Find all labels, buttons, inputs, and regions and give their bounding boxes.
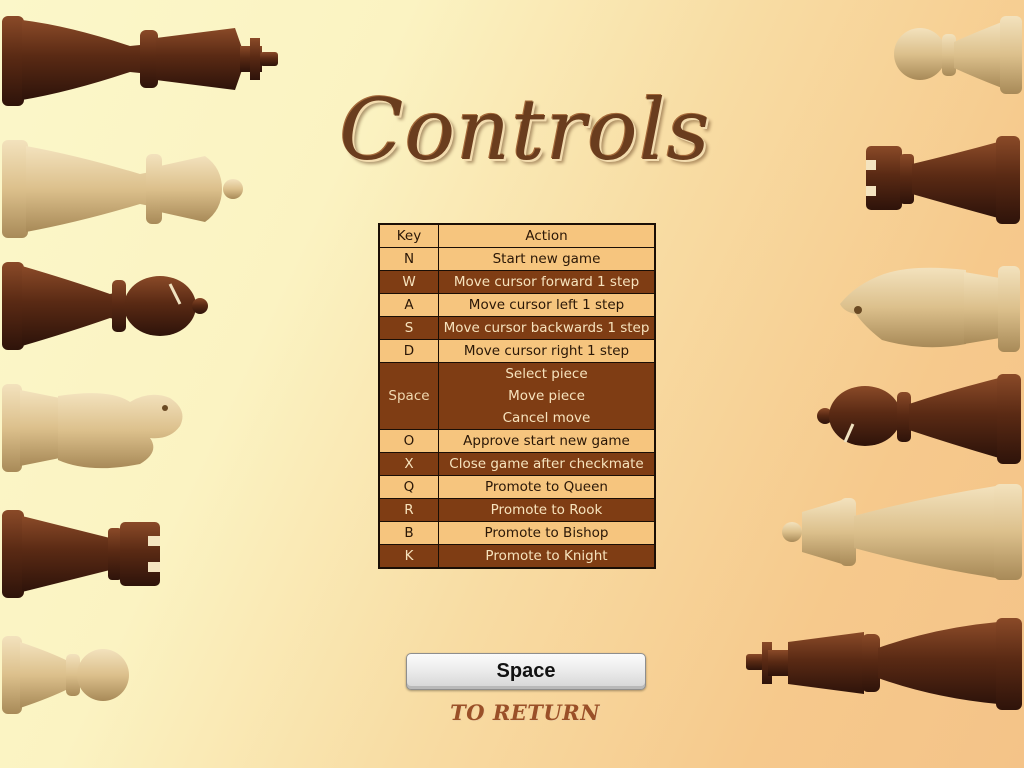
knight-icon [0, 380, 195, 476]
space-return-button[interactable]: Space [406, 653, 646, 690]
king-icon [744, 612, 1024, 714]
action-cell: Move cursor forward 1 step [438, 270, 656, 294]
column-header-key: Key [378, 223, 439, 248]
pawn-icon [890, 14, 1024, 96]
action-cell: Start new game [438, 247, 656, 271]
table-row: S Move cursor backwards 1 step [378, 316, 656, 340]
key-cell: K [378, 544, 439, 569]
table-row: W Move cursor forward 1 step [378, 270, 656, 294]
key-cell: O [378, 429, 439, 453]
action-cell: Close game after checkmate [438, 452, 656, 476]
queen-icon [780, 482, 1024, 582]
key-cell: Space [378, 362, 439, 430]
action-cell: Select piece Move piece Cancel move [438, 362, 656, 430]
key-cell: Q [378, 475, 439, 499]
key-cell: X [378, 452, 439, 476]
action-line: Select piece [505, 366, 588, 382]
action-cell: Move cursor left 1 step [438, 293, 656, 317]
table-row: O Approve start new game [378, 429, 656, 453]
page-title: Controls [339, 81, 711, 179]
table-row: D Move cursor right 1 step [378, 339, 656, 363]
action-line: Cancel move [502, 410, 591, 426]
knight-icon [834, 260, 1024, 356]
rook-icon [862, 132, 1024, 228]
controls-table: Key Action N Start new game W Move curso… [378, 223, 656, 569]
bishop-icon [815, 372, 1024, 468]
bishop-icon [0, 258, 210, 354]
table-header-row: Key Action [378, 223, 656, 248]
key-cell: W [378, 270, 439, 294]
action-cell: Promote to Bishop [438, 521, 656, 545]
table-row: Space Select piece Move piece Cancel mov… [378, 362, 656, 430]
action-cell: Promote to Rook [438, 498, 656, 522]
table-row: B Promote to Bishop [378, 521, 656, 545]
table-row: R Promote to Rook [378, 498, 656, 522]
king-icon [0, 8, 285, 110]
action-cell: Promote to Queen [438, 475, 656, 499]
table-row: N Start new game [378, 247, 656, 271]
action-line: Move piece [508, 388, 585, 404]
key-cell: B [378, 521, 439, 545]
action-cell: Move cursor right 1 step [438, 339, 656, 363]
table-row: A Move cursor left 1 step [378, 293, 656, 317]
return-instruction: TO RETURN [450, 700, 600, 725]
action-cell: Promote to Knight [438, 544, 656, 569]
key-cell: S [378, 316, 439, 340]
key-cell: R [378, 498, 439, 522]
queen-icon [0, 138, 250, 240]
key-cell: A [378, 293, 439, 317]
table-row: Q Promote to Queen [378, 475, 656, 499]
action-cell: Approve start new game [438, 429, 656, 453]
column-header-action: Action [438, 223, 656, 248]
table-row: K Promote to Knight [378, 544, 656, 569]
table-row: X Close game after checkmate [378, 452, 656, 476]
key-cell: N [378, 247, 439, 271]
pawn-icon [0, 634, 135, 716]
action-cell: Move cursor backwards 1 step [438, 316, 656, 340]
rook-icon [0, 506, 168, 602]
key-cell: D [378, 339, 439, 363]
